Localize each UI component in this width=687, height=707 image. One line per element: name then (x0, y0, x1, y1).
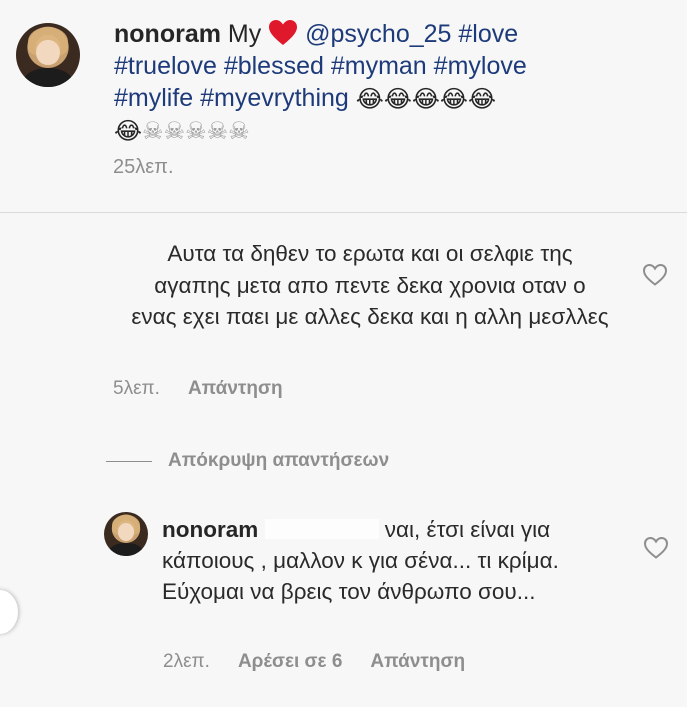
heart-outline-icon[interactable] (643, 536, 669, 565)
hashtag-link[interactable]: #myman (331, 52, 427, 80)
scroll-edge-handle (0, 590, 18, 634)
reply-username[interactable]: nonoram (162, 517, 258, 542)
hashtag-link[interactable]: #truelove (114, 52, 217, 80)
reply-likes-count[interactable]: Αρέσει σε 6 (238, 651, 342, 673)
hide-replies-line (106, 460, 152, 462)
hashtag-link[interactable]: #love (458, 20, 518, 48)
comment-reply-button[interactable]: Απάντηση (188, 378, 283, 400)
section-divider (0, 212, 687, 213)
red-heart-emoji-icon (268, 20, 298, 48)
reply-comment: nonoram ναι, έτσι είναι για κάποιους , μ… (162, 514, 592, 607)
laughing-emoji: 😂 (114, 118, 143, 145)
hide-replies-toggle[interactable]: Απόκρυψη απαντήσεων (106, 450, 389, 472)
redacted-mention (264, 519, 379, 539)
reply-meta: 2λεπ. Αρέσει σε 6 Απάντηση (163, 651, 465, 673)
laughing-emoji: 😂 (355, 86, 384, 113)
post-timestamp: 25λεπ. (113, 156, 174, 178)
skull-crossbones-emoji: ☠ (206, 118, 229, 145)
laughing-emoji: 😂 (467, 86, 496, 113)
reply-author-avatar[interactable] (104, 512, 148, 556)
laughing-emoji: 😂 (439, 86, 468, 113)
reply-reply-button[interactable]: Απάντηση (370, 651, 465, 673)
hashtag-link[interactable]: #myevrything (200, 84, 349, 112)
heart-outline-icon[interactable] (642, 263, 668, 292)
hashtag-link[interactable]: #mylove (434, 52, 527, 80)
post-caption: nonoram My @psycho_25 #love #truelove #b… (114, 18, 584, 146)
post-author-avatar[interactable] (16, 23, 80, 87)
hashtag-link[interactable]: #blessed (224, 52, 324, 80)
reply-timestamp: 2λεπ. (163, 651, 210, 672)
laughing-emoji: 😂 (383, 86, 412, 113)
skull-crossbones-emoji: ☠ (228, 118, 250, 145)
hide-replies-label[interactable]: Απόκρυψη απαντήσεων (168, 450, 389, 472)
skull-crossbones-emoji: ☠ (142, 118, 164, 145)
post-username[interactable]: nonoram (114, 20, 221, 48)
post-caption-text: My (227, 20, 262, 48)
laughing-emoji: 😂 (411, 86, 440, 113)
comment-meta: 5λεπ. Απάντηση (113, 378, 283, 400)
skull-crossbones-emoji: ☠ (163, 118, 186, 145)
comment-text: Αυτα τα δηθεν το ερωτα και οι σελφιε της… (131, 241, 609, 329)
skull-crossbones-emoji: ☠ (185, 118, 207, 145)
comment-timestamp: 5λεπ. (113, 378, 160, 399)
post-mention-link[interactable]: @psycho_25 (305, 20, 451, 48)
hashtag-link[interactable]: #mylife (114, 84, 193, 112)
